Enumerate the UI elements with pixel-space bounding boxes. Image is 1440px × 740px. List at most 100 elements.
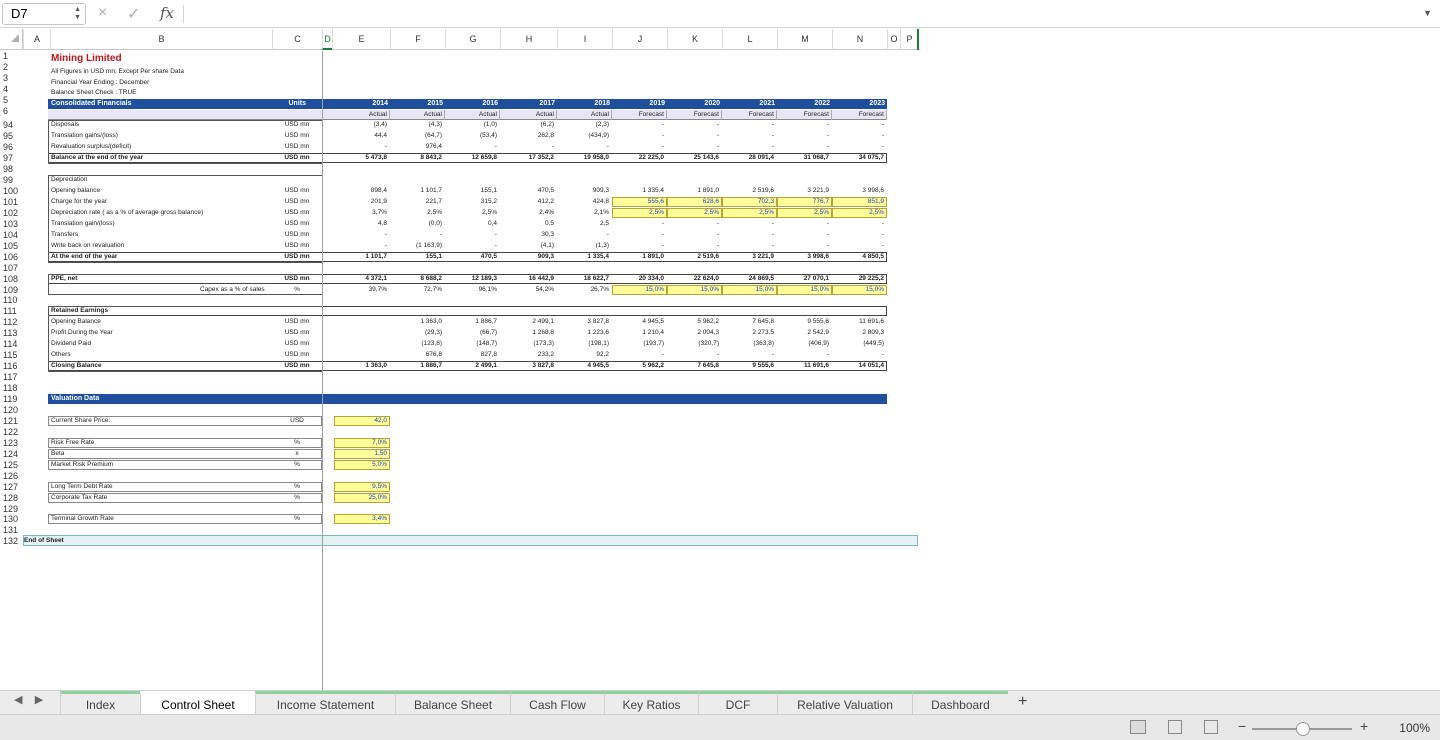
tab-dcf[interactable]: DCF xyxy=(698,691,777,715)
row-number[interactable]: 111 xyxy=(0,306,23,317)
tab-index[interactable]: Index xyxy=(60,691,140,715)
normal-view-icon[interactable] xyxy=(1130,720,1146,734)
row-number[interactable]: 102 xyxy=(0,208,23,219)
row-number[interactable]: 119 xyxy=(0,394,23,405)
input-value[interactable]: 25,0% xyxy=(334,493,389,503)
name-box[interactable]: D7 ▲ ▼ xyxy=(2,3,86,25)
tab-income-statement[interactable]: Income Statement xyxy=(255,691,395,715)
function-icon[interactable]: fx xyxy=(160,4,174,22)
input-value[interactable]: 9,5% xyxy=(334,482,389,492)
input-value[interactable]: 3,4% xyxy=(334,514,389,524)
row-number[interactable]: 118 xyxy=(0,383,23,394)
column-header-k[interactable]: K xyxy=(667,29,722,50)
cancel-icon[interactable]: × xyxy=(98,4,107,22)
tab-dashboard[interactable]: Dashboard xyxy=(912,691,1008,715)
row-number[interactable]: 129 xyxy=(0,504,23,515)
row-number[interactable]: 131 xyxy=(0,525,23,536)
add-sheet-button[interactable]: + xyxy=(1018,693,1027,711)
column-header-b[interactable]: B xyxy=(50,29,272,50)
column-header-c[interactable]: C xyxy=(272,29,322,50)
spreadsheet-grid[interactable]: 1 2 3 4 5 6 Mining Limited All Figures in USD m… xyxy=(0,51,1440,691)
column-header-m[interactable]: M xyxy=(777,29,832,50)
column-header-f[interactable]: F xyxy=(390,29,445,50)
input-value[interactable]: 5,0% xyxy=(334,460,389,470)
row-number[interactable]: 132 xyxy=(0,536,23,547)
column-header-d[interactable]: D xyxy=(322,29,332,50)
column-header-a[interactable]: A xyxy=(23,29,50,50)
column-header-i[interactable]: I xyxy=(557,29,612,50)
row-number[interactable]: 122 xyxy=(0,427,23,438)
row-number[interactable]: 103 xyxy=(0,219,23,230)
column-header-p[interactable]: P xyxy=(900,29,918,50)
row-number[interactable]: 2 xyxy=(0,62,23,73)
next-sheet-icon[interactable]: ▶ xyxy=(35,694,43,706)
row-number[interactable]: 106 xyxy=(0,252,23,263)
row-number[interactable]: 3 xyxy=(0,73,23,84)
frozen-pane-divider[interactable] xyxy=(322,51,323,691)
tab-key-ratios[interactable]: Key Ratios xyxy=(604,691,698,715)
tab-balance-sheet[interactable]: Balance Sheet xyxy=(395,691,510,715)
value-cell: 3,7% xyxy=(372,208,387,216)
row-number[interactable]: 100 xyxy=(0,186,23,197)
row-number[interactable]: 114 xyxy=(0,339,23,350)
row-number[interactable]: 110 xyxy=(0,295,23,306)
row-number[interactable]: 113 xyxy=(0,328,23,339)
row-number[interactable]: 1 xyxy=(0,51,23,62)
row-number[interactable]: 95 xyxy=(0,131,23,142)
input-value[interactable]: 1,50 xyxy=(334,449,389,459)
page-layout-icon[interactable] xyxy=(1168,720,1182,734)
row-number[interactable]: 6 xyxy=(0,106,23,117)
row-number[interactable]: 5 xyxy=(0,95,23,106)
row-number[interactable]: 121 xyxy=(0,416,23,427)
zoom-out-icon[interactable]: − xyxy=(1238,718,1246,734)
row-number[interactable]: 108 xyxy=(0,274,23,285)
row-number[interactable]: 125 xyxy=(0,460,23,471)
row-number[interactable]: 117 xyxy=(0,372,23,383)
row-number[interactable]: 123 xyxy=(0,438,23,449)
tab-relative-valuation[interactable]: Relative Valuation xyxy=(777,691,912,715)
column-header-h[interactable]: H xyxy=(500,29,557,50)
row-number[interactable]: 105 xyxy=(0,241,23,252)
column-header-e[interactable]: E xyxy=(332,29,390,50)
column-header-g[interactable]: G xyxy=(445,29,500,50)
column-header-l[interactable]: L xyxy=(722,29,777,50)
input-label: Beta xyxy=(51,449,65,457)
row-number[interactable]: 124 xyxy=(0,449,23,460)
row-number[interactable]: 126 xyxy=(0,471,23,482)
column-header-j[interactable]: J xyxy=(612,29,667,50)
row-number[interactable]: 97 xyxy=(0,153,23,164)
column-header-n[interactable]: N xyxy=(832,29,887,50)
row-number[interactable]: 130 xyxy=(0,514,23,525)
input-value[interactable]: 42,0 xyxy=(334,416,389,426)
zoom-level[interactable]: 100% xyxy=(1399,721,1430,735)
value-cell: (320,7) xyxy=(698,340,719,348)
row-number[interactable]: 96 xyxy=(0,142,23,153)
row-number[interactable]: 120 xyxy=(0,405,23,416)
chevron-down-icon[interactable]: ▼ xyxy=(1423,8,1432,18)
tab-control-sheet[interactable]: Control Sheet xyxy=(140,691,255,715)
prev-sheet-icon[interactable]: ◀ xyxy=(14,694,22,706)
page-break-icon[interactable] xyxy=(1204,720,1218,734)
row-number[interactable]: 109 xyxy=(0,285,23,296)
row-number[interactable]: 4 xyxy=(0,84,23,95)
row-number[interactable]: 115 xyxy=(0,350,23,361)
enter-icon[interactable]: ✓ xyxy=(127,4,140,24)
row-number[interactable]: 104 xyxy=(0,230,23,241)
row-number[interactable]: 94 xyxy=(0,120,23,131)
row-number[interactable]: 107 xyxy=(0,263,23,274)
row-number[interactable]: 128 xyxy=(0,493,23,504)
row-number[interactable]: 127 xyxy=(0,482,23,493)
row-number[interactable]: 116 xyxy=(0,361,23,372)
row-number[interactable]: 112 xyxy=(0,317,23,328)
column-header-o[interactable]: O xyxy=(887,29,900,50)
sheet-nav-arrows[interactable]: ◀ ▶ xyxy=(14,693,43,706)
zoom-slider-thumb[interactable] xyxy=(1296,722,1310,736)
zoom-in-icon[interactable]: + xyxy=(1360,718,1368,734)
stepper-icon[interactable]: ▲ ▼ xyxy=(74,6,81,22)
tab-cash-flow[interactable]: Cash Flow xyxy=(510,691,604,715)
row-number[interactable]: 101 xyxy=(0,197,23,208)
row-number[interactable]: 98 xyxy=(0,164,23,175)
value-cell: 96,1% xyxy=(478,285,497,293)
input-value[interactable]: 7,0% xyxy=(334,438,389,448)
row-number[interactable]: 99 xyxy=(0,175,23,186)
